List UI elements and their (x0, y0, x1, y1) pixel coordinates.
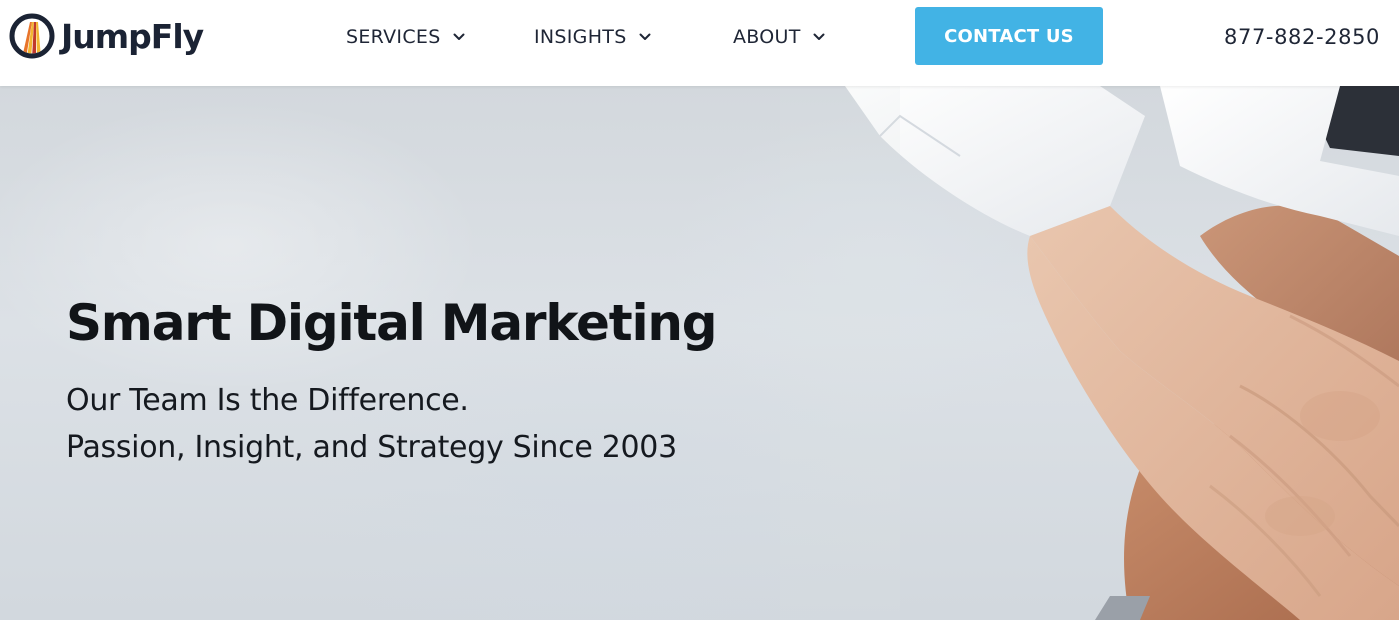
hero-hands-image (780, 86, 1399, 620)
hero-subtagline: Passion, Insight, and Strategy Since 200… (66, 430, 677, 465)
nav-insights[interactable]: INSIGHTS (534, 22, 651, 52)
hero-tagline: Our Team Is the Difference. (66, 383, 469, 418)
jumpfly-logo[interactable]: JumpFly (8, 10, 204, 62)
jumpfly-logo-icon (9, 13, 55, 59)
hero-title: Smart Digital Marketing (66, 294, 718, 352)
chevron-down-icon (639, 33, 651, 40)
chevron-down-icon (813, 33, 825, 40)
contact-us-button[interactable]: CONTACT US (915, 7, 1103, 65)
chevron-down-icon (453, 33, 465, 40)
hero-banner: Smart Digital Marketing Our Team Is the … (0, 86, 1399, 620)
phone-link[interactable]: 877-882-2850 (1224, 22, 1380, 52)
nav-services-label: SERVICES (346, 26, 441, 48)
nav-services[interactable]: SERVICES (346, 22, 465, 52)
nav-about[interactable]: ABOUT (733, 22, 825, 52)
site-header: JumpFly SERVICES INSIGHTS ABOUT CONTACT … (0, 0, 1399, 86)
nav-insights-label: INSIGHTS (534, 26, 627, 48)
nav-about-label: ABOUT (733, 26, 801, 48)
logo-wordmark: JumpFly (61, 16, 204, 56)
